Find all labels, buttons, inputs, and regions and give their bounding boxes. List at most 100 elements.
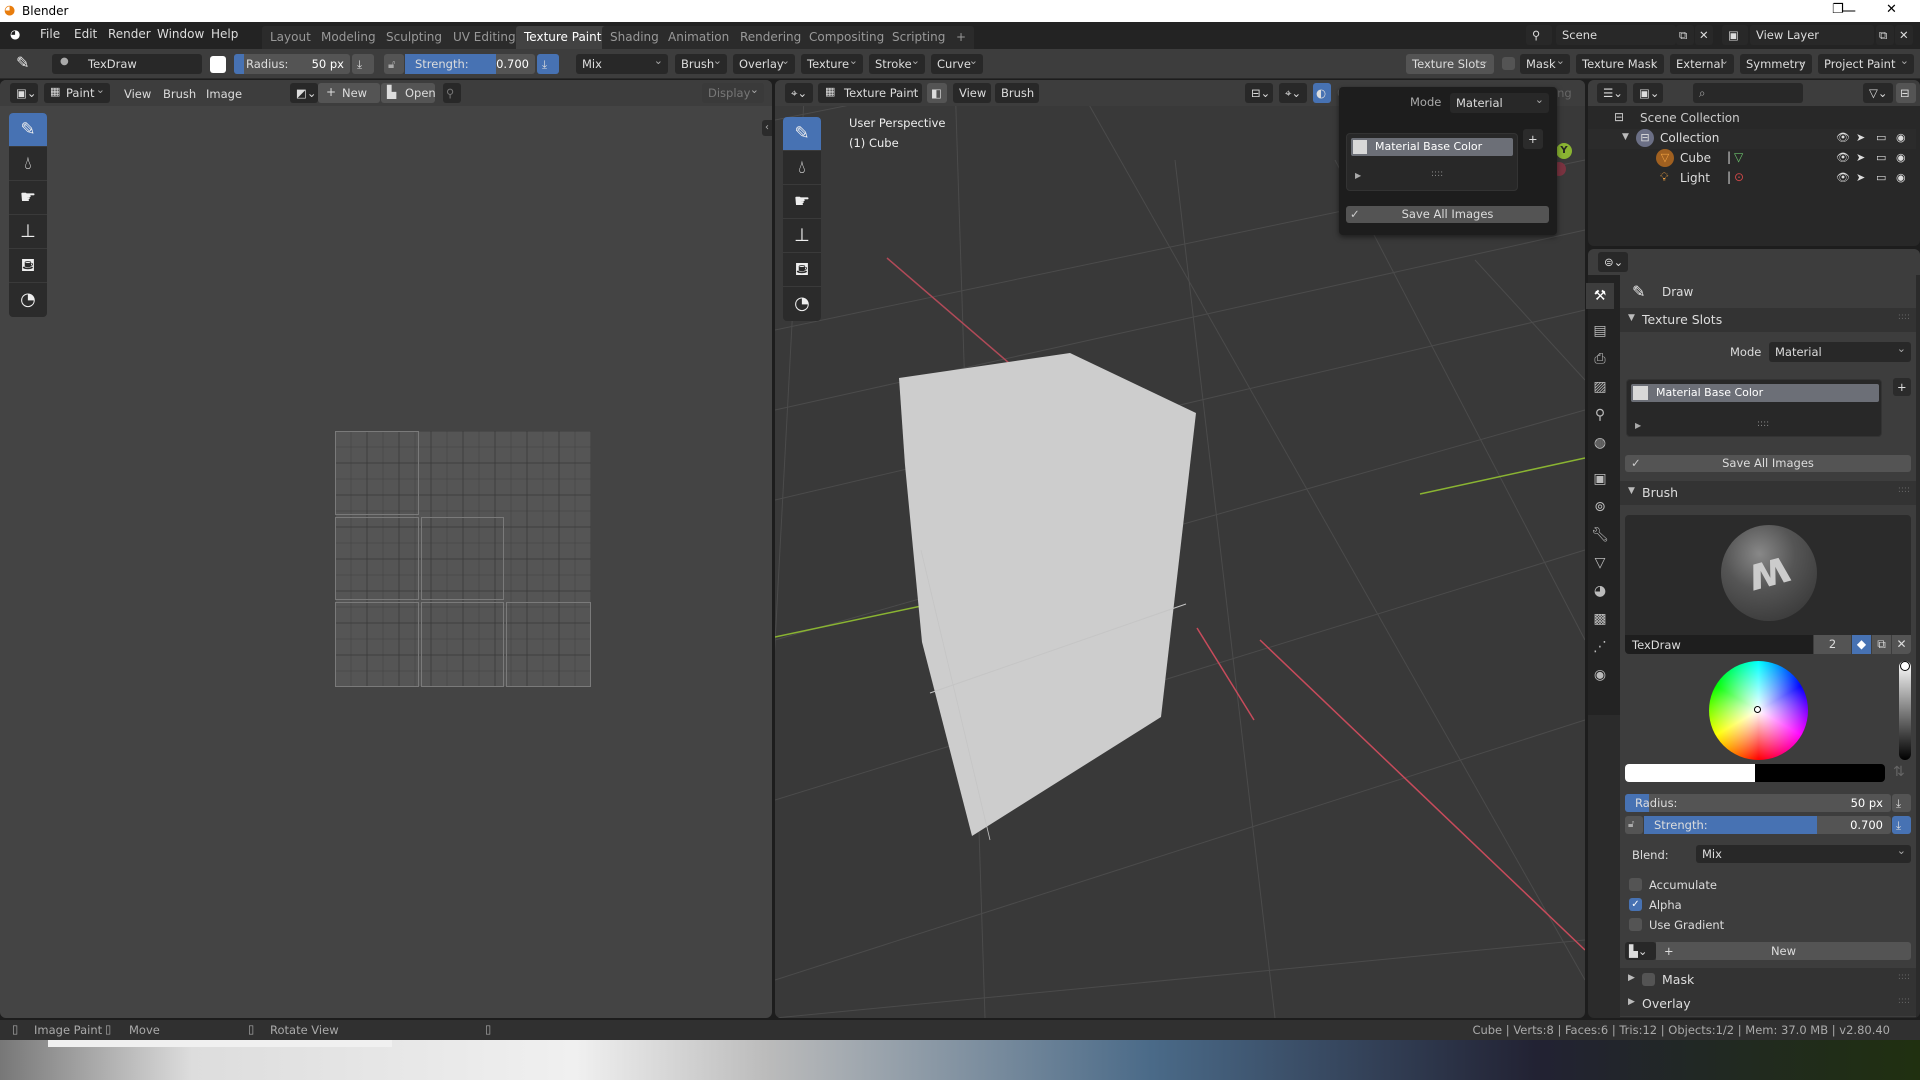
accumulate-checkbox[interactable] [1629,878,1642,891]
menu-edit[interactable]: Edit [74,27,97,41]
tab-data-icon[interactable]: ▽ [1586,550,1614,576]
resize-grip-icon[interactable]: :::: [1431,169,1443,179]
primary-color-swatch[interactable] [1625,764,1755,782]
uv-grid-canvas[interactable] [335,431,591,687]
texture-slots-panel-header[interactable]: ▼ Texture Slots :::: [1620,308,1916,332]
new-view-layer-icon[interactable]: ⧉ [1876,25,1894,45]
tab-texture-paint[interactable]: Texture Paint [516,26,610,49]
render-icon[interactable]: ◉ [1896,171,1906,184]
radius-pressure-icon[interactable]: ⤓ [352,54,374,74]
tab-world-icon[interactable]: ◍ [1586,430,1614,456]
image-view-menu[interactable]: View [124,87,151,101]
selectable-icon[interactable]: ➤ [1856,151,1865,164]
expand-icon[interactable]: ▼ [1622,132,1629,142]
light-data-icon[interactable]: ⊙ [1734,170,1744,184]
tab-shading[interactable]: Shading [602,26,667,49]
outliner-search-input[interactable]: ⌕ [1693,83,1803,103]
brush-selector[interactable]: TexDraw [52,54,202,74]
tab-constraints-icon[interactable]: ⊚ [1586,494,1614,520]
drag-grip-icon[interactable]: :::: [1898,312,1910,322]
viewport-display-icon[interactable]: ▭ [1876,131,1886,144]
tab-particles-icon[interactable]: ⋰ [1586,634,1614,660]
unlink-brush-icon[interactable]: ✕ [1892,635,1911,654]
draw-tool-icon[interactable]: ✎ [9,113,47,147]
drag-grip-icon[interactable]: :::: [1898,972,1910,982]
selectable-icon[interactable]: ➤ [1856,171,1865,184]
brush-strength-field[interactable]: Strength: 0.700 [1644,816,1891,834]
curve-menu[interactable]: Curve [931,51,983,74]
fake-user-icon[interactable]: ◆ [1852,635,1871,654]
render-icon[interactable]: ◉ [1896,131,1906,144]
popover-slot-item[interactable]: Material Base Color [1351,138,1513,156]
external-menu[interactable]: External [1670,51,1734,74]
soften-tool-icon[interactable]: 💧︎ [9,147,47,181]
tab-modeling[interactable]: Modeling [313,26,384,49]
mask-checkbox[interactable] [1502,57,1515,70]
render-icon[interactable]: ◉ [1896,151,1906,164]
mask-menu[interactable]: Mask [1520,51,1570,74]
scene-selector-icon[interactable]: ⚲ [1526,25,1552,45]
tab-compositing[interactable]: Compositing [801,26,893,49]
texture-slots-mode-dropdown[interactable]: Material [1769,339,1911,362]
secondary-color-swatch[interactable] [1755,764,1885,782]
editor-type-icon[interactable]: ▣⌄ [10,83,38,103]
collection-visibility-icon[interactable]: ⊟⌄ [1245,83,1273,103]
eye-icon[interactable]: 👁︎ [1836,171,1850,184]
eye-icon[interactable]: 👁︎ [1836,151,1850,164]
tab-scripting[interactable]: Scripting [884,26,954,49]
strength-pressure-icon[interactable]: ⤓ [537,54,559,74]
draw-tool-icon[interactable]: ✎ [783,117,821,151]
new-collection-icon[interactable]: ⊟ [1896,83,1916,103]
texture-slot-item[interactable]: Material Base Color [1631,384,1879,402]
stroke-menu[interactable]: Stroke [869,51,925,74]
mask-panel-header[interactable]: ▶ Mask :::: [1620,968,1916,992]
sidebar-toggle-icon[interactable]: ‹ [762,120,772,136]
view-layer-icon[interactable]: ▣ [1722,25,1748,45]
scene-name-field[interactable]: Scene [1556,25,1676,45]
delete-view-layer-icon[interactable]: ✕ [1895,25,1913,45]
strength-lock-icon[interactable]: 🔓︎ [384,54,404,74]
popover-mode-dropdown[interactable]: Material [1450,90,1549,113]
selectable-icon[interactable]: ➤ [1856,131,1865,144]
brush-name-field[interactable]: TexDraw [1625,635,1813,654]
tab-uv-editing[interactable]: UV Editing [445,26,524,49]
gizmo-toggle-icon[interactable]: ⌖⌄ [1279,83,1307,103]
mask-enable-checkbox[interactable] [1642,973,1655,986]
close-button[interactable]: ✕ [1886,2,1897,17]
tab-physics-icon[interactable]: ◉ [1586,662,1614,688]
add-workspace-button[interactable]: + [948,26,975,49]
texture-mask-menu[interactable]: Texture Mask [1576,51,1664,74]
blend-mode-dropdown[interactable]: Mix [576,51,668,74]
brush-preview[interactable]: ʍ [1625,515,1911,635]
brush-panel-header[interactable]: ▼ Brush :::: [1620,481,1916,505]
value-slider-handle[interactable] [1900,661,1910,671]
strength-lock-icon[interactable]: 🔓︎ [1625,816,1643,834]
clone-tool-icon[interactable]: ⊥ [783,219,821,253]
menu-help[interactable]: Help [211,27,238,41]
image-browse-icon[interactable]: ◩⌄ [290,83,318,103]
drag-grip-icon[interactable]: :::: [1898,485,1910,495]
tab-material-icon[interactable]: ◕ [1586,578,1614,604]
tab-layout[interactable]: Layout [262,26,319,49]
overlay-menu[interactable]: Overlay [733,51,795,74]
viewport-view-menu[interactable]: View [953,83,991,103]
paint-mask-toggle-icon[interactable]: ◧ [927,83,947,103]
menu-file[interactable]: File [40,27,60,41]
pin-icon[interactable]: ⚲ [443,83,461,103]
brush-menu[interactable]: Brush [675,51,727,74]
brush-color-swatch[interactable] [210,56,226,73]
tab-output-icon[interactable]: ⎙ [1586,346,1614,372]
popover-save-all-button[interactable]: ✓ Save All Images [1346,206,1549,223]
tab-render-icon[interactable]: ▤ [1586,318,1614,344]
image-brush-menu[interactable]: Brush [163,87,196,101]
mesh-data-icon[interactable]: ▽ [1734,150,1743,164]
filter-icon[interactable]: ▽⌄ [1863,83,1893,103]
overlays-toggle-icon[interactable]: ◐ [1313,83,1331,103]
texture-menu[interactable]: Texture [801,51,863,74]
expand-icon[interactable]: ▶ [1355,171,1361,180]
color-picker-cursor[interactable] [1754,706,1761,713]
restore-button[interactable]: ❐ [1832,2,1844,17]
add-slot-button[interactable]: + [1523,129,1543,149]
color-wheel[interactable] [1709,661,1808,760]
blender-menu-icon[interactable]: ◕ [10,27,20,41]
